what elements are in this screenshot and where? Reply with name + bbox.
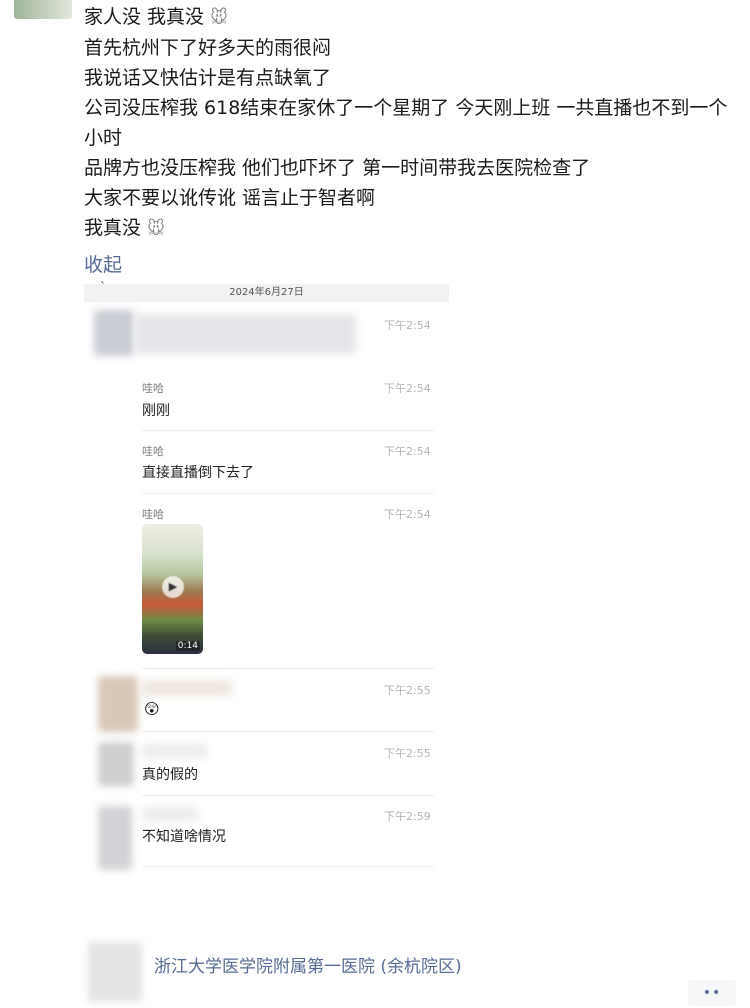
message-text: 不知道啥情况 xyxy=(142,829,226,845)
message-divider xyxy=(142,493,434,494)
mouse-face-icon: 🐭 xyxy=(210,8,228,28)
message-sender: 哇哈 xyxy=(142,508,164,521)
video-duration: 0:14 xyxy=(175,641,200,651)
poster-avatar[interactable] xyxy=(14,0,72,19)
blurred-name xyxy=(142,680,232,696)
blurred-message xyxy=(136,314,356,354)
message-divider xyxy=(142,866,434,867)
post-line: 首先杭州下了好多天的雨很闷 xyxy=(84,37,332,59)
post-line: 家人没 我真没 🐭 xyxy=(84,6,228,28)
blurred-avatar xyxy=(98,742,134,786)
message-text: 真的假的 xyxy=(142,767,198,783)
message-divider xyxy=(142,731,434,732)
post-line: 品牌方也没压榨我 他们也吓坏了 第一时间带我去医院检查了 xyxy=(84,157,591,179)
blurred-avatar xyxy=(98,806,132,870)
message-time: 下午2:55 xyxy=(384,684,431,697)
post-line: 我说话又快估计是有点缺氧了 xyxy=(84,67,332,89)
message-divider xyxy=(142,430,434,431)
blurred-location-avatar xyxy=(88,942,142,1002)
message-divider xyxy=(142,668,434,669)
mouse-face-icon: 🐭 xyxy=(147,219,165,239)
message-time: 下午2:54 xyxy=(384,508,431,521)
message-time: 下午2:54 xyxy=(384,445,431,458)
post-line: 我真没 🐭 xyxy=(84,217,165,239)
message-time: 下午2:54 xyxy=(384,319,431,332)
blurred-avatar xyxy=(98,676,138,732)
message-text: 直接直播倒下去了 xyxy=(142,465,254,481)
message-sender: 哇哈 xyxy=(142,382,164,395)
collapse-link[interactable]: 收起 xyxy=(84,250,122,277)
video-thumbnail[interactable]: ▶ 0:14 xyxy=(142,524,203,654)
message-time: 下午2:54 xyxy=(384,382,431,395)
post-line: 大家不要以讹传讹 谣言止于智者啊 xyxy=(84,187,376,209)
chat-date: 2024年6月27日 xyxy=(84,284,449,302)
post-line: 公司没压榨我 618结束在家休了一个星期了 今天刚上班 一共直播也不到一个小时 xyxy=(84,97,728,149)
location-link[interactable]: 浙江大学医学院附属第一医院 (余杭院区) xyxy=(154,952,462,977)
message-time: 下午2:55 xyxy=(384,747,431,760)
astonished-face-icon: 😲 xyxy=(144,700,160,718)
post-text: 家人没 我真没 🐭 首先杭州下了好多天的雨很闷 我说话又快估计是有点缺氧了 公司… xyxy=(84,2,734,244)
blurred-name xyxy=(142,807,198,821)
chat-screenshot[interactable]: 2024年6月27日 ˋ 下午2:54 哇哈 下午2:54 刚刚 哇哈 下午2:… xyxy=(84,280,449,884)
more-options-button[interactable]: •• xyxy=(688,980,736,1006)
message-sender: 哇哈 xyxy=(142,445,164,458)
message-text: 刚刚 xyxy=(142,403,170,419)
message-divider xyxy=(142,795,434,796)
blurred-avatar xyxy=(94,310,134,356)
blurred-name xyxy=(142,744,208,758)
play-icon[interactable]: ▶ xyxy=(162,576,184,598)
scroll-mark: ˋ xyxy=(100,280,106,294)
message-time: 下午2:59 xyxy=(384,810,431,823)
